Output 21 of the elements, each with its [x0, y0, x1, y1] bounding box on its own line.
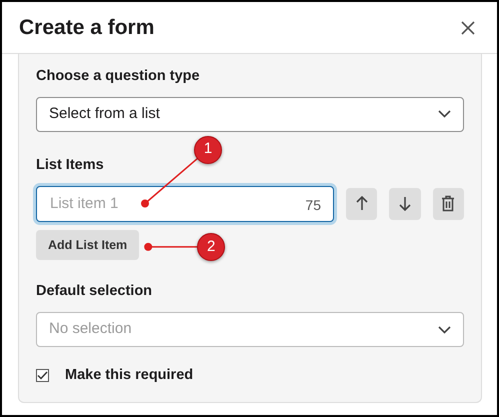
move-up-button[interactable] [346, 188, 378, 220]
delete-button[interactable] [432, 188, 464, 220]
checkbox-label: Make this required [65, 366, 194, 385]
field-label: Default selection [36, 282, 154, 302]
character-counter: 75 [305, 196, 321, 214]
field-label: Choose a question type [36, 67, 201, 86]
chevron-icon [438, 326, 451, 334]
leader-line [144, 242, 198, 251]
required-checkbox[interactable] [36, 369, 49, 382]
arrow-down-icon [398, 196, 411, 211]
close-button[interactable] [459, 18, 477, 36]
add-list-item-button[interactable]: Add List Item [36, 230, 140, 260]
close-icon [461, 20, 475, 34]
chevron-icon [438, 110, 451, 118]
trash-icon [441, 195, 456, 212]
question-type-select[interactable]: Select from a list [36, 96, 464, 132]
move-down-button[interactable] [389, 188, 421, 220]
dialog-title: Create a form [19, 14, 154, 40]
arrow-up-icon [356, 196, 368, 211]
leader-line [141, 158, 198, 208]
field-label: List Items [36, 156, 105, 175]
